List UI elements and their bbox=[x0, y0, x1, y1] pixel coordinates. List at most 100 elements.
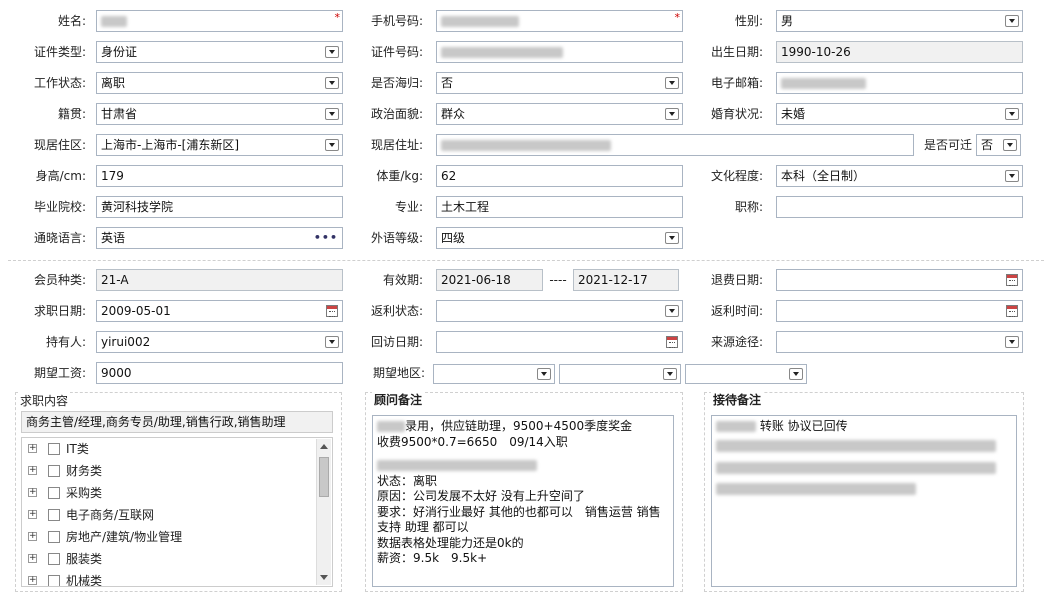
checkbox[interactable] bbox=[48, 509, 60, 521]
source-label: 来源途径: bbox=[710, 335, 763, 349]
chevron-down-icon bbox=[789, 368, 803, 380]
work-status-select[interactable]: 离职 bbox=[96, 72, 343, 94]
valid-from-field: 2021-06-18 bbox=[436, 269, 543, 291]
name-label: 姓名: bbox=[57, 14, 86, 28]
advisor-note-title: 顾问备注 bbox=[372, 391, 425, 408]
holder-label: 持有人: bbox=[45, 335, 86, 349]
chevron-down-icon bbox=[1005, 108, 1019, 120]
phone-label: 手机号码: bbox=[370, 14, 423, 28]
lang-level-label: 外语等级: bbox=[370, 231, 423, 245]
checkbox[interactable] bbox=[48, 487, 60, 499]
lang-level-select[interactable]: 四级 bbox=[436, 227, 683, 249]
birth-label: 出生日期: bbox=[710, 45, 763, 59]
residence-area-label: 现居住区: bbox=[33, 138, 86, 152]
area-city-select[interactable] bbox=[559, 364, 681, 384]
height-field[interactable]: 179 bbox=[96, 165, 343, 187]
tree-scrollbar[interactable] bbox=[316, 439, 331, 585]
rebate-status-label: 返利状态: bbox=[370, 304, 423, 318]
rebate-time-field[interactable] bbox=[776, 300, 1023, 322]
expand-icon[interactable]: + bbox=[28, 576, 37, 585]
area-label: 期望地区: bbox=[372, 366, 425, 380]
valid-label: 有效期: bbox=[382, 273, 423, 287]
major-field[interactable]: 土木工程 bbox=[436, 196, 683, 218]
checkbox[interactable] bbox=[48, 465, 60, 477]
education-select[interactable]: 本科（全日制） bbox=[776, 165, 1023, 187]
visit-date-field[interactable] bbox=[436, 331, 683, 353]
reception-note-section: 接待备注 转账 协议已回传 bbox=[704, 391, 1024, 592]
rebate-time-label: 返利时间: bbox=[710, 304, 763, 318]
checkbox[interactable] bbox=[48, 443, 60, 455]
rebate-status-select[interactable] bbox=[436, 300, 683, 322]
id-type-label: 证件类型: bbox=[33, 45, 86, 59]
address-field[interactable] bbox=[436, 134, 914, 156]
advisor-note-textarea[interactable]: 录用，供应链助理，9500+4500季度奖金 收费9500*0.7=6650 0… bbox=[372, 415, 674, 587]
salary-field[interactable]: 9000 bbox=[96, 362, 343, 384]
email-field[interactable] bbox=[776, 72, 1023, 94]
visit-date-label: 回访日期: bbox=[370, 335, 423, 349]
expand-icon[interactable]: + bbox=[28, 554, 37, 563]
expand-icon[interactable]: + bbox=[28, 466, 37, 475]
scroll-up-icon[interactable] bbox=[320, 444, 328, 449]
area-province-select[interactable] bbox=[433, 364, 555, 384]
holder-select[interactable]: yirui002 bbox=[96, 331, 343, 353]
residence-area-select[interactable]: 上海市-上海市-[浦东新区] bbox=[96, 134, 343, 156]
section-divider bbox=[8, 260, 1044, 261]
language-field[interactable]: 英语 ••• bbox=[96, 227, 343, 249]
more-icon[interactable]: ••• bbox=[314, 228, 338, 248]
marital-label: 婚育状况: bbox=[710, 107, 763, 121]
chevron-down-icon bbox=[537, 368, 551, 380]
weight-field[interactable]: 62 bbox=[436, 165, 683, 187]
valid-separator: ---- bbox=[549, 273, 567, 287]
checkbox[interactable] bbox=[48, 553, 60, 565]
expand-icon[interactable]: + bbox=[28, 510, 37, 519]
calendar-icon[interactable] bbox=[1006, 274, 1018, 286]
expand-icon[interactable]: + bbox=[28, 532, 37, 541]
expand-icon[interactable]: + bbox=[28, 488, 37, 497]
phone-field[interactable]: * bbox=[436, 10, 683, 32]
salary-label: 期望工资: bbox=[33, 366, 86, 380]
native-select[interactable]: 甘肃省 bbox=[96, 103, 343, 125]
advisor-note-section: 顾问备注 录用，供应链助理，9500+4500季度奖金 收费9500*0.7=6… bbox=[365, 391, 683, 592]
school-field[interactable]: 黄河科技学院 bbox=[96, 196, 343, 218]
height-label: 身高/cm: bbox=[35, 169, 86, 183]
returnee-select[interactable]: 否 bbox=[436, 72, 683, 94]
checkbox[interactable] bbox=[48, 531, 60, 543]
name-field[interactable]: * bbox=[96, 10, 343, 32]
reception-note-textarea[interactable]: 转账 协议已回传 bbox=[711, 415, 1017, 587]
id-number-field[interactable] bbox=[436, 41, 683, 63]
valid-to-field: 2021-12-17 bbox=[573, 269, 679, 291]
major-label: 专业: bbox=[394, 200, 423, 214]
chevron-down-icon bbox=[1005, 336, 1019, 348]
school-label: 毕业院校: bbox=[33, 200, 86, 214]
id-type-select[interactable]: 身份证 bbox=[96, 41, 343, 63]
address-label: 现居住址: bbox=[370, 138, 423, 152]
member-type-label: 会员种类: bbox=[33, 273, 86, 287]
calendar-icon[interactable] bbox=[1006, 305, 1018, 317]
job-category-tree[interactable]: + IT类 + 财务类 + 采购类 + 电子商务/互联网 + 房地产/建筑/物业管理 + 服… bbox=[21, 437, 333, 587]
member-type-field: 21-A bbox=[96, 269, 343, 291]
politics-label: 政治面貌: bbox=[370, 107, 423, 121]
job-content-title: 求职内容 bbox=[18, 392, 71, 409]
gender-select[interactable]: 男 bbox=[776, 10, 1023, 32]
title-field[interactable] bbox=[776, 196, 1023, 218]
birth-date-field: 1990-10-26 bbox=[776, 41, 1023, 63]
relocate-select[interactable]: 否 bbox=[976, 134, 1021, 156]
expand-icon[interactable]: + bbox=[28, 444, 37, 453]
politics-select[interactable]: 群众 bbox=[436, 103, 683, 125]
checkbox[interactable] bbox=[48, 575, 60, 586]
education-label: 文化程度: bbox=[710, 169, 763, 183]
job-date-field[interactable]: 2009-05-01 bbox=[96, 300, 343, 322]
refund-date-field[interactable] bbox=[776, 269, 1023, 291]
chevron-down-icon bbox=[1005, 170, 1019, 182]
scroll-down-icon[interactable] bbox=[320, 575, 328, 580]
job-date-label: 求职日期: bbox=[33, 304, 86, 318]
source-select[interactable] bbox=[776, 331, 1023, 353]
relocate-label: 是否可迁 bbox=[923, 138, 972, 152]
scroll-thumb[interactable] bbox=[319, 457, 329, 497]
job-content-section: 求职内容 商务主管/经理,商务专员/助理,销售行政,销售助理 + IT类 + 财务类… bbox=[15, 392, 342, 592]
reception-note-title: 接待备注 bbox=[711, 391, 764, 408]
id-number-label: 证件号码: bbox=[370, 45, 423, 59]
chevron-down-icon bbox=[665, 232, 679, 244]
marital-select[interactable]: 未婚 bbox=[776, 103, 1023, 125]
area-district-select[interactable] bbox=[685, 364, 807, 384]
